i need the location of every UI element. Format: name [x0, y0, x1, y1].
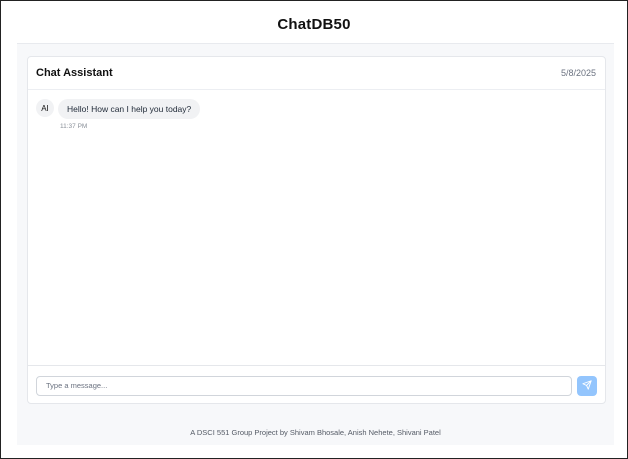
message-composer [28, 365, 605, 405]
app-header: ChatDB50 [2, 2, 626, 45]
app-window: ChatDB50 Chat Assistant 5/8/2025 AI Hell… [0, 0, 628, 459]
chat-title: Chat Assistant [36, 67, 113, 79]
send-icon [582, 378, 592, 393]
chat-panel: Chat Assistant 5/8/2025 AI Hello! How ca… [27, 56, 606, 404]
send-button[interactable] [577, 375, 597, 396]
app-body: Chat Assistant 5/8/2025 AI Hello! How ca… [17, 43, 614, 445]
ai-avatar: AI [36, 99, 54, 117]
message-content: Hello! How can I help you today? 11:37 P… [58, 99, 201, 130]
message-list[interactable]: AI Hello! How can I help you today? 11:3… [28, 91, 605, 365]
chat-header: Chat Assistant 5/8/2025 [28, 57, 605, 90]
message-row: AI Hello! How can I help you today? 11:3… [36, 99, 201, 130]
message-input[interactable] [36, 375, 572, 396]
footer-credits: A DSCI 551 Group Project by Shivam Bhosa… [190, 428, 441, 437]
chat-date: 5/8/2025 [560, 68, 596, 78]
app-title: ChatDB50 [277, 16, 351, 33]
message-bubble: Hello! How can I help you today? [58, 99, 201, 119]
message-timestamp: 11:37 PM [60, 123, 88, 130]
